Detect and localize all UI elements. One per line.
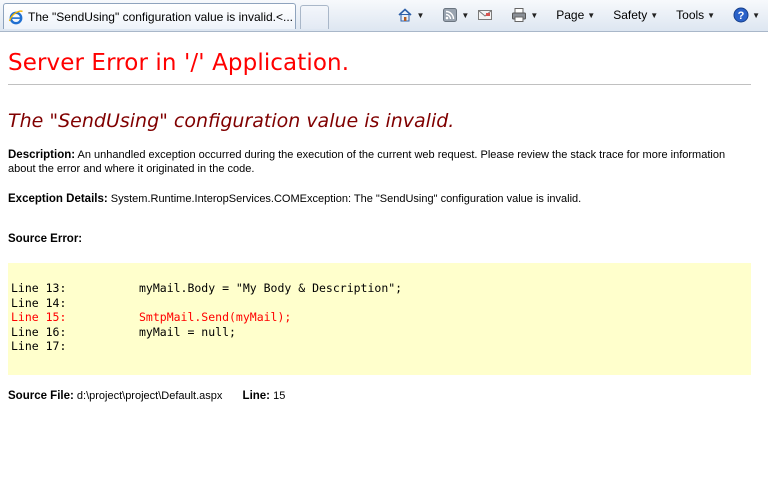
code-line-text: SmtpMail.Send(myMail);	[139, 310, 292, 324]
feeds-button[interactable]: ▼	[440, 7, 471, 23]
chevron-down-icon: ▼	[587, 10, 596, 20]
code-line-number: Line 17:	[11, 339, 67, 353]
description-text: An unhandled exception occurred during t…	[8, 149, 726, 175]
source-code-block: Line 13: myMail.Body = "My Body & Descrip…	[8, 263, 751, 375]
printer-icon	[511, 7, 527, 23]
heading-divider	[8, 84, 751, 85]
command-bar: ▼ ▼ ▼ Page ▼ Safety ▼ Tools ▼ ? ▼	[395, 5, 762, 25]
chevron-down-icon: ▼	[650, 10, 659, 20]
tools-menu-label: Tools	[676, 8, 705, 22]
description-section: Description: An unhandled exception occu…	[8, 148, 748, 176]
source-error-label: Source Error:	[8, 233, 83, 245]
source-file-section: Source File: d:\project\project\Default.…	[8, 389, 751, 403]
read-mail-button[interactable]	[475, 7, 495, 23]
mail-icon	[477, 7, 493, 23]
new-tab-button[interactable]	[300, 5, 329, 29]
code-line-number: Line 15:	[11, 310, 67, 324]
internet-explorer-icon	[8, 9, 24, 25]
code-line: Line 16: myMail = null;	[11, 325, 751, 340]
code-line-number: Line 14:	[11, 295, 67, 310]
print-button[interactable]: ▼	[509, 7, 540, 23]
chevron-down-icon: ▼	[707, 10, 716, 20]
browser-tab-active[interactable]: The "SendUsing" configuration value is i…	[3, 3, 296, 29]
help-icon: ?	[733, 7, 749, 23]
page-menu[interactable]: Page ▼	[554, 8, 597, 22]
code-line-text: myMail.Body = "My Body & Description";	[139, 281, 403, 295]
line-label: Line:	[242, 390, 271, 402]
error-page: Server Error in '/' Application. The "Se…	[8, 32, 751, 403]
code-line: Line 17:	[11, 339, 751, 354]
rss-feed-icon	[442, 7, 458, 23]
error-title: The "SendUsing" configuration value is i…	[8, 110, 455, 132]
exception-details-section: Exception Details: System.Runtime.Intero…	[8, 192, 751, 206]
code-line: Line 14:	[11, 296, 751, 311]
chevron-down-icon[interactable]: ▼	[416, 11, 424, 20]
exception-details-text: System.Runtime.InteropServices.COMExcept…	[110, 193, 582, 205]
code-line-number: Line 16:	[11, 324, 67, 339]
code-line-number: Line 13:	[11, 281, 67, 295]
description-label: Description:	[8, 149, 76, 161]
home-icon	[397, 7, 413, 23]
home-button[interactable]: ▼	[395, 7, 426, 23]
tab-title: The "SendUsing" configuration value is i…	[28, 9, 294, 24]
exception-details-label: Exception Details:	[8, 193, 108, 205]
page-heading: Server Error in '/' Application.	[8, 50, 350, 76]
safety-menu[interactable]: Safety ▼	[611, 8, 660, 22]
tools-menu[interactable]: Tools ▼	[674, 8, 717, 22]
code-line-error: Line 15: SmtpMail.Send(myMail);	[11, 310, 751, 325]
page-menu-label: Page	[556, 8, 585, 22]
safety-menu-label: Safety	[613, 8, 648, 22]
line-number-value: 15	[273, 390, 286, 402]
code-line: Line 13: myMail.Body = "My Body & Descrip…	[11, 281, 751, 296]
help-menu[interactable]: ? ▼	[731, 7, 762, 23]
svg-text:?: ?	[738, 10, 745, 22]
code-line-text: myMail = null;	[139, 324, 236, 339]
chevron-down-icon[interactable]: ▼	[461, 11, 469, 20]
chevron-down-icon[interactable]: ▼	[530, 11, 538, 20]
browser-toolbar: The "SendUsing" configuration value is i…	[0, 0, 768, 32]
source-file-path: d:\project\project\Default.aspx	[76, 390, 223, 402]
source-file-label: Source File:	[8, 390, 74, 402]
chevron-down-icon: ▼	[752, 10, 760, 20]
